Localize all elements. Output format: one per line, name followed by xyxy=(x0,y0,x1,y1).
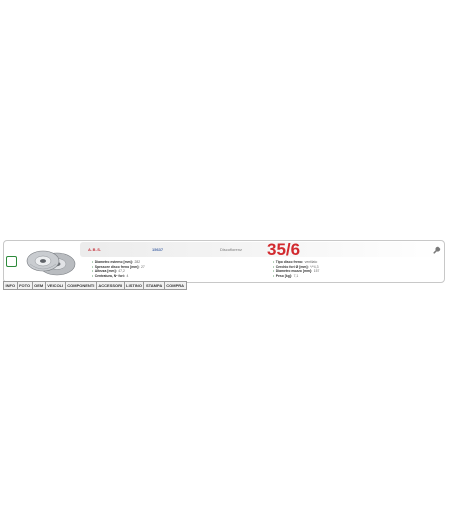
product-category: Discoflorenz xyxy=(220,247,243,252)
product-header-band xyxy=(80,242,444,257)
spec-label: Spessore disco freno [mm]: xyxy=(94,264,140,269)
tab-foto[interactable]: FOTO xyxy=(16,281,33,290)
tab-listino[interactable]: LISTINO xyxy=(123,281,145,290)
spec-label: Cerchio fori Ø [mm]: xyxy=(275,264,309,269)
spec-label: Centratura, Nº fori: xyxy=(94,274,125,279)
tab-info[interactable]: INFO xyxy=(3,281,18,290)
spec-value: 7,1 xyxy=(293,274,299,279)
spec-value: 282 xyxy=(134,260,141,264)
spec-label: Altezza [mm]: xyxy=(94,269,117,274)
spec-value: */*4,3 xyxy=(310,264,319,269)
spec-value: ventilato xyxy=(304,260,318,264)
spec-item: Centratura, Nº fori:4 xyxy=(92,274,145,279)
spec-item: Peso [kg]:7,1 xyxy=(273,274,319,279)
brake-disc-image xyxy=(26,250,76,276)
tab-accessori[interactable]: ACCESSORI xyxy=(95,281,125,290)
select-checkbox[interactable] xyxy=(6,256,17,267)
spec-label: Diametro mozzo [mm]: xyxy=(275,269,313,274)
tab-oem[interactable]: OEM xyxy=(31,281,46,290)
tab-veicoli[interactable]: VEICOLI xyxy=(44,281,66,290)
spec-value: 157 xyxy=(313,269,320,274)
spec-list-right: Tipo disco freno:ventilato Cerchio fori … xyxy=(273,260,320,279)
product-reference: 35/6 xyxy=(267,240,301,259)
tab-componenti[interactable]: COMPONENTI xyxy=(64,281,97,290)
spec-label: Peso [kg]: xyxy=(275,274,293,279)
brand-label: A.B.S. xyxy=(88,247,102,252)
wrench-icon[interactable] xyxy=(432,243,444,255)
tab-compra[interactable]: COMPRA xyxy=(163,281,187,290)
tab-stampa[interactable]: STAMPA xyxy=(143,281,165,290)
product-tabs: INFO FOTO OEM VEICOLI COMPONENTI ACCESSO… xyxy=(3,281,187,290)
product-card: A.B.S. 15637 Discoflorenz 35/6 Diametro … xyxy=(3,240,445,283)
spec-label: Tipo disco freno: xyxy=(275,260,304,264)
spec-value: 47,2 xyxy=(118,269,125,274)
spec-list-left: Diametro esterno [mm]:282 Spessore disco… xyxy=(92,260,145,279)
spec-value: 27 xyxy=(141,264,145,269)
spec-value: 4 xyxy=(126,274,129,279)
product-code: 15637 xyxy=(152,247,164,252)
spec-label: Diametro esterno [mm]: xyxy=(94,260,133,264)
